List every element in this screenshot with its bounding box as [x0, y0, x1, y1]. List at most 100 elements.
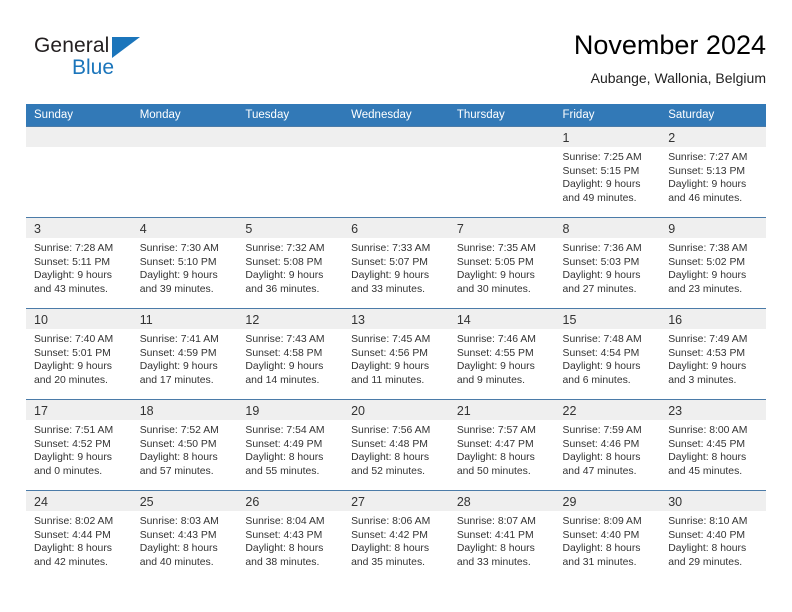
calendar-day-cell[interactable]: 21 Sunrise: 7:57 AM Sunset: 4:47 PM Dayligh…	[448, 399, 555, 491]
calendar-day-cell[interactable]: 25 Sunrise: 8:03 AM Sunset: 4:43 PM Dayligh…	[131, 490, 238, 581]
daylight-text-line2: and 35 minutes.	[351, 556, 426, 568]
day-number: 20	[351, 404, 366, 418]
calendar-day-cell[interactable]: 17 Sunrise: 7:51 AM Sunset: 4:52 PM Dayligh…	[26, 399, 132, 491]
calendar-day-cell-empty	[26, 126, 132, 218]
daylight-text-line1: Daylight: 9 hours	[139, 270, 218, 282]
sunset-text: Sunset: 4:40 PM	[668, 529, 746, 541]
day-details: Sunrise: 7:28 AM Sunset: 5:11 PM Daylight:…	[26, 238, 132, 296]
calendar-day-cell[interactable]: 9 Sunrise: 7:38 AM Sunset: 5:02 PM Daylight…	[660, 217, 766, 309]
day-number: 2	[668, 131, 676, 145]
day-number-band: 22	[554, 400, 661, 420]
calendar-week-row: 10 Sunrise: 7:40 AM Sunset: 5:01 PM Dayligh…	[26, 308, 766, 400]
day-number: 8	[562, 222, 570, 236]
calendar-day-cell[interactable]: 27 Sunrise: 8:06 AM Sunset: 4:42 PM Dayligh…	[343, 490, 449, 581]
sunrise-text: Sunrise: 7:36 AM	[562, 243, 642, 254]
day-number-band: 12	[237, 309, 344, 329]
daylight-text-line1: Daylight: 8 hours	[668, 543, 747, 555]
calendar-day-cell[interactable]: 16 Sunrise: 7:49 AM Sunset: 4:53 PM Dayligh…	[660, 308, 766, 400]
calendar-grid: Sunday Monday Tuesday Wednesday Thursday…	[26, 104, 766, 581]
day-number: 27	[351, 495, 366, 509]
sunset-text: Sunset: 4:41 PM	[456, 529, 534, 541]
calendar-day-cell[interactable]: 3 Sunrise: 7:28 AM Sunset: 5:11 PM Daylight…	[26, 217, 132, 309]
daylight-text-line1: Daylight: 9 hours	[456, 361, 535, 373]
calendar-day-cell[interactable]: 22 Sunrise: 7:59 AM Sunset: 4:46 PM Dayligh…	[554, 399, 661, 491]
day-details: Sunrise: 7:45 AM Sunset: 4:56 PM Daylight:…	[343, 329, 449, 387]
calendar-day-cell[interactable]: 18 Sunrise: 7:52 AM Sunset: 4:50 PM Dayligh…	[131, 399, 238, 491]
daylight-text-line2: and 3 minutes.	[668, 374, 737, 386]
calendar-day-cell[interactable]: 10 Sunrise: 7:40 AM Sunset: 5:01 PM Dayligh…	[26, 308, 132, 400]
day-details: Sunrise: 7:41 AM Sunset: 4:59 PM Daylight:…	[132, 329, 238, 387]
day-details: Sunrise: 8:10 AM Sunset: 4:40 PM Daylight:…	[660, 511, 766, 569]
sunrise-text: Sunrise: 7:59 AM	[562, 425, 642, 436]
day-number-band: 16	[660, 309, 766, 329]
daylight-text-line2: and 47 minutes.	[562, 465, 637, 477]
calendar-day-cell[interactable]: 20 Sunrise: 7:56 AM Sunset: 4:48 PM Dayligh…	[343, 399, 449, 491]
sunset-text: Sunset: 5:01 PM	[34, 347, 111, 359]
daylight-text-line2: and 57 minutes.	[139, 465, 214, 477]
daylight-text-line2: and 30 minutes.	[456, 283, 531, 295]
day-number: 4	[139, 222, 147, 236]
daylight-text-line1: Daylight: 8 hours	[351, 452, 430, 464]
day-number: 9	[668, 222, 676, 236]
daylight-text-line1: Daylight: 8 hours	[351, 543, 430, 555]
day-details: Sunrise: 7:54 AM Sunset: 4:49 PM Daylight:…	[237, 420, 343, 478]
day-number: 25	[139, 495, 154, 509]
sunset-text: Sunset: 5:07 PM	[351, 256, 428, 268]
day-number-band: 19	[237, 400, 344, 420]
calendar-day-cell[interactable]: 15 Sunrise: 7:48 AM Sunset: 4:54 PM Dayligh…	[554, 308, 661, 400]
day-number: 6	[351, 222, 359, 236]
sunrise-text: Sunrise: 8:07 AM	[456, 516, 536, 527]
daylight-text-line1: Daylight: 9 hours	[34, 361, 112, 373]
calendar-day-cell[interactable]: 4 Sunrise: 7:30 AM Sunset: 5:10 PM Daylight…	[131, 217, 238, 309]
day-details: Sunrise: 7:25 AM Sunset: 5:15 PM Daylight:…	[555, 147, 661, 205]
day-number-band: 1	[554, 127, 661, 147]
calendar-day-cell[interactable]: 30 Sunrise: 8:10 AM Sunset: 4:40 PM Dayligh…	[660, 490, 766, 581]
daylight-text-line1: Daylight: 8 hours	[139, 452, 218, 464]
sunrise-text: Sunrise: 7:49 AM	[668, 334, 748, 345]
day-details: Sunrise: 8:00 AM Sunset: 4:45 PM Daylight:…	[660, 420, 766, 478]
daylight-text-line1: Daylight: 9 hours	[245, 361, 324, 373]
calendar-day-cell[interactable]: 8 Sunrise: 7:36 AM Sunset: 5:03 PM Daylight…	[554, 217, 661, 309]
sunset-text: Sunset: 4:47 PM	[456, 438, 534, 450]
calendar-day-cell[interactable]: 24 Sunrise: 8:02 AM Sunset: 4:44 PM Dayligh…	[26, 490, 132, 581]
calendar-day-cell[interactable]: 23 Sunrise: 8:00 AM Sunset: 4:45 PM Dayligh…	[660, 399, 766, 491]
daylight-text-line1: Daylight: 9 hours	[562, 179, 641, 191]
calendar-day-cell[interactable]: 14 Sunrise: 7:46 AM Sunset: 4:55 PM Dayligh…	[448, 308, 555, 400]
calendar-day-cell[interactable]: 13 Sunrise: 7:45 AM Sunset: 4:56 PM Dayligh…	[343, 308, 449, 400]
calendar-day-cell[interactable]: 28 Sunrise: 8:07 AM Sunset: 4:41 PM Dayligh…	[448, 490, 555, 581]
day-number: 12	[245, 313, 260, 327]
daylight-text-line1: Daylight: 8 hours	[139, 543, 218, 555]
calendar-day-cell[interactable]: 12 Sunrise: 7:43 AM Sunset: 4:58 PM Dayligh…	[237, 308, 344, 400]
daylight-text-line1: Daylight: 9 hours	[456, 270, 535, 282]
calendar-day-cell[interactable]: 11 Sunrise: 7:41 AM Sunset: 4:59 PM Dayligh…	[131, 308, 238, 400]
day-number: 18	[139, 404, 154, 418]
sunrise-text: Sunrise: 7:38 AM	[668, 243, 748, 254]
sunset-text: Sunset: 4:46 PM	[562, 438, 640, 450]
day-number: 11	[139, 313, 153, 327]
day-number-band	[26, 127, 132, 147]
general-blue-logo[interactable]: General Blue	[34, 34, 164, 86]
daylight-text-line1: Daylight: 8 hours	[668, 452, 747, 464]
logo-text-blue: Blue	[72, 56, 115, 79]
day-details: Sunrise: 7:59 AM Sunset: 4:46 PM Daylight:…	[555, 420, 661, 478]
weekday-header-wednesday: Wednesday	[343, 104, 449, 127]
day-details: Sunrise: 7:35 AM Sunset: 5:05 PM Daylight:…	[449, 238, 555, 296]
calendar-day-cell[interactable]: 26 Sunrise: 8:04 AM Sunset: 4:43 PM Dayligh…	[237, 490, 344, 581]
day-details: Sunrise: 7:43 AM Sunset: 4:58 PM Daylight:…	[237, 329, 343, 387]
calendar-day-cell[interactable]: 6 Sunrise: 7:33 AM Sunset: 5:07 PM Daylight…	[343, 217, 449, 309]
sunset-text: Sunset: 4:54 PM	[562, 347, 640, 359]
daylight-text-line1: Daylight: 9 hours	[139, 361, 218, 373]
day-number-band: 6	[343, 218, 449, 238]
day-number: 29	[562, 495, 577, 509]
day-number: 3	[34, 222, 41, 236]
calendar-day-cell[interactable]: 2 Sunrise: 7:27 AM Sunset: 5:13 PM Daylight…	[660, 126, 766, 218]
page-header: General Blue November 2024 Aubange, Wall…	[26, 28, 766, 98]
sunrise-text: Sunrise: 7:48 AM	[562, 334, 642, 345]
calendar-day-cell[interactable]: 29 Sunrise: 8:09 AM Sunset: 4:40 PM Dayligh…	[554, 490, 661, 581]
calendar-day-cell[interactable]: 7 Sunrise: 7:35 AM Sunset: 5:05 PM Daylight…	[448, 217, 555, 309]
sunset-text: Sunset: 5:02 PM	[668, 256, 746, 268]
calendar-day-cell[interactable]: 5 Sunrise: 7:32 AM Sunset: 5:08 PM Daylight…	[237, 217, 344, 309]
calendar-day-cell[interactable]: 19 Sunrise: 7:54 AM Sunset: 4:49 PM Dayligh…	[237, 399, 344, 491]
calendar-day-cell[interactable]: 1 Sunrise: 7:25 AM Sunset: 5:15 PM Daylight…	[554, 126, 661, 218]
day-number: 10	[34, 313, 48, 327]
